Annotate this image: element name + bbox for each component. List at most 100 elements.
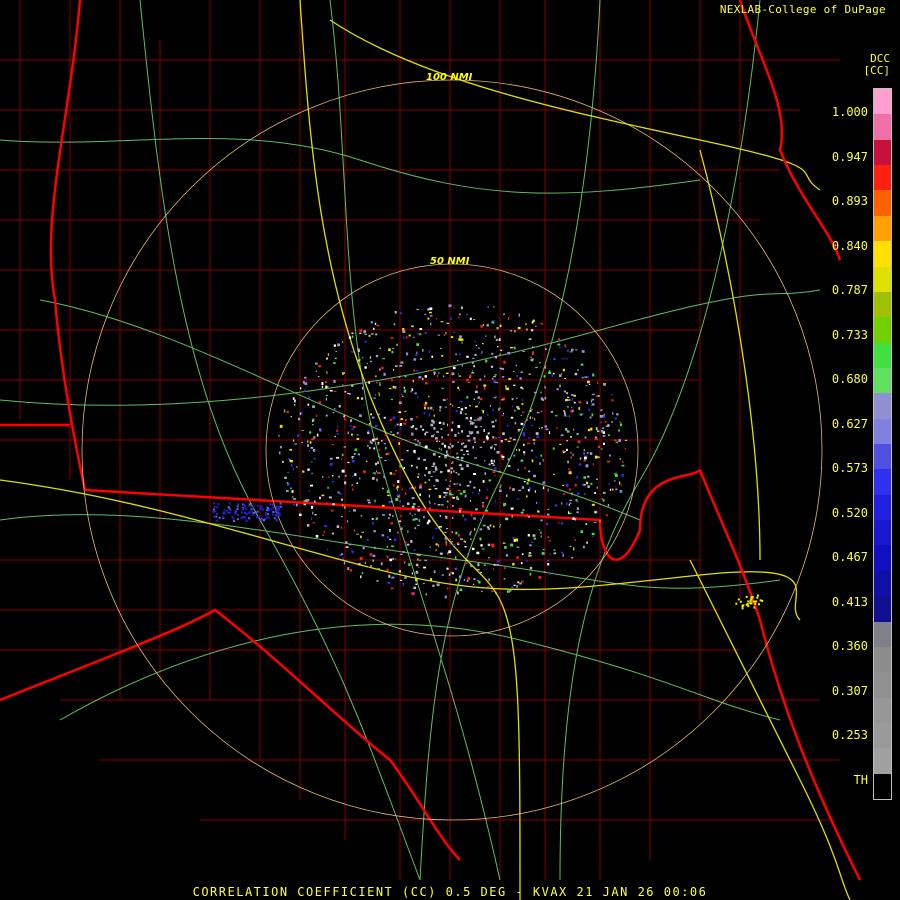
echo-pixel [356, 482, 358, 484]
echo-pixel [244, 516, 247, 519]
echo-pixel [244, 508, 247, 511]
echo-pixel [437, 374, 439, 378]
echo-pixel [442, 422, 445, 425]
echo-pixel [473, 319, 476, 321]
echo-pixel [481, 590, 483, 593]
echo-pixel [374, 379, 376, 382]
echo-pixel [571, 492, 573, 496]
color-bar-swatch [874, 748, 891, 774]
echo-pixel [545, 348, 547, 350]
echo-pixel [516, 556, 519, 559]
echo-pixel [581, 376, 584, 379]
echo-pixel [751, 596, 754, 599]
echo-pixel [530, 449, 534, 452]
echo-pixel [479, 446, 483, 448]
echo-pixel [741, 604, 744, 607]
echo-pixel [374, 424, 378, 427]
echo-pixel [389, 418, 392, 422]
echo-pixel [374, 375, 377, 378]
echo-pixel [576, 446, 579, 448]
echo-pixel [424, 445, 428, 449]
echo-pixel [564, 378, 566, 380]
echo-pixel [624, 447, 626, 450]
echo-pixel [529, 544, 532, 547]
echo-pixel [511, 515, 513, 518]
echo-pixel [506, 387, 509, 391]
echo-pixel [472, 370, 474, 372]
echo-pixel [469, 374, 472, 378]
color-bar-tick: 0.947 [831, 149, 868, 164]
echo-pixel [512, 488, 515, 491]
echo-pixel [447, 469, 450, 473]
echo-pixel [461, 460, 464, 461]
echo-pixel [544, 366, 546, 369]
echo-pixel [418, 553, 421, 557]
echo-pixel [279, 445, 282, 449]
echo-pixel [573, 547, 575, 551]
echo-pixel [473, 398, 475, 400]
echo-pixel [347, 461, 350, 464]
echo-pixel [396, 431, 399, 435]
echo-pixel [510, 416, 514, 419]
echo-pixel [520, 459, 524, 462]
echo-pixel [532, 439, 536, 441]
echo-pixel [584, 493, 586, 495]
echo-pixel [379, 382, 381, 384]
echo-pixel [515, 538, 519, 542]
echo-pixel [375, 333, 378, 336]
echo-pixel [517, 581, 520, 584]
echo-pixel [573, 537, 575, 539]
echo-pixel [583, 484, 586, 486]
echo-pixel [450, 539, 452, 541]
echo-pixel [372, 554, 376, 558]
color-bar-tick: TH [853, 772, 868, 787]
echo-pixel [389, 513, 391, 516]
echo-pixel [521, 411, 525, 413]
echo-pixel [396, 489, 398, 491]
echo-pixel [339, 493, 342, 495]
echo-pixel [426, 521, 429, 525]
echo-pixel [215, 519, 218, 522]
echo-pixel [388, 516, 390, 520]
color-bar-tick: 0.573 [831, 461, 868, 475]
echo-pixel [500, 440, 503, 443]
echo-pixel [449, 485, 451, 487]
echo-pixel [303, 500, 306, 502]
echo-pixel [445, 372, 449, 374]
echo-pixel [447, 454, 450, 457]
echo-pixel [429, 502, 431, 504]
echo-pixel [552, 372, 555, 375]
echo-pixel [563, 390, 566, 393]
echo-pixel [386, 490, 389, 494]
echo-pixel [538, 529, 541, 531]
echo-pixel [336, 525, 340, 528]
echo-pixel [528, 470, 531, 473]
echo-pixel [466, 580, 469, 582]
echo-pixel [403, 389, 407, 393]
echo-pixel [473, 439, 476, 441]
echo-pixel [232, 517, 235, 520]
echo-pixel [566, 392, 568, 395]
echo-pixel [569, 499, 572, 501]
echo-pixel [401, 393, 403, 395]
echo-pixel [433, 414, 435, 417]
echo-pixel [413, 503, 416, 506]
echo-pixel [500, 484, 502, 487]
echo-pixel [557, 338, 561, 341]
color-bar-swatch [874, 697, 891, 723]
echo-pixel [357, 453, 360, 456]
echo-pixel [368, 423, 371, 425]
echo-pixel [464, 541, 466, 543]
echo-pixel [566, 484, 569, 487]
echo-pixel [479, 397, 483, 401]
echo-pixel [434, 503, 436, 505]
echo-pixel [492, 525, 495, 528]
echo-pixel [614, 480, 616, 482]
echo-pixel [573, 401, 576, 404]
echo-pixel [545, 428, 549, 431]
echo-pixel [408, 563, 411, 566]
echo-pixel [506, 424, 509, 427]
echo-pixel [474, 390, 478, 394]
echo-pixel [491, 420, 495, 424]
echo-pixel [293, 399, 296, 403]
